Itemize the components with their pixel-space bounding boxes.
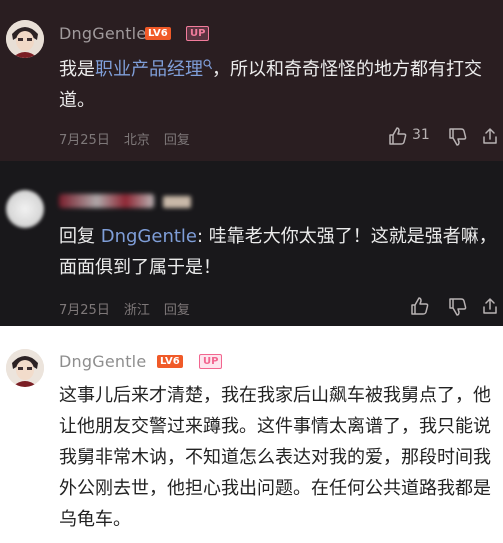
avatar[interactable]: [6, 190, 44, 228]
username[interactable]: [59, 194, 154, 208]
mention-link[interactable]: DngGentle: [101, 226, 197, 247]
reply-button[interactable]: 回复: [164, 303, 190, 318]
username[interactable]: DngGentle: [59, 352, 146, 371]
comment-text: 这事儿后来才清楚，我在我家后山飙车被我舅点了，他让他朋友交警过来蹲我。这件事情太…: [59, 385, 491, 530]
like-count: 31: [412, 127, 430, 143]
comment-3: DngGentle LV6 UP 这事儿后来才清楚，我在我家后山飙车被我舅点了，…: [0, 326, 503, 543]
thumbs-up-icon[interactable]: [410, 296, 430, 316]
comment-text: 我是职业产品经理 ，所以和奇奇怪怪的地方都有打交道。: [59, 54, 499, 116]
thumbs-down-icon[interactable]: [448, 127, 468, 147]
reply-button[interactable]: 回复: [164, 133, 190, 148]
level-badge: LV6: [157, 355, 183, 368]
reply-word: 回复: [59, 226, 95, 247]
comment-1: DngGentle LV6 UP 我是职业产品经理 ，所以和奇奇怪怪的地方都有打交…: [0, 0, 503, 161]
share-icon[interactable]: [481, 127, 499, 145]
comment-2: 回复 DngGentle: 哇靠老大你太强了！这就是强者嘛，面面俱到了属于是！ …: [0, 161, 503, 326]
comment-meta: 7月25日 浙江 回复: [59, 299, 204, 318]
keyword-link[interactable]: 职业产品经理: [95, 59, 203, 80]
thumbs-down-icon[interactable]: [448, 297, 468, 317]
comment-location: 浙江: [123, 303, 150, 318]
comment-date: 7月25日: [59, 303, 110, 318]
comment-date: 7月25日: [59, 133, 110, 148]
comment-location: 北京: [123, 133, 150, 148]
search-icon[interactable]: [203, 59, 212, 80]
comment-meta: 7月25日 北京 回复: [59, 129, 204, 148]
avatar-image: [6, 20, 44, 58]
comment-text: 回复 DngGentle: 哇靠老大你太强了！这就是强者嘛，面面俱到了属于是！: [59, 221, 499, 283]
share-icon[interactable]: [481, 297, 499, 315]
username[interactable]: DngGentle: [59, 24, 146, 43]
comment-text-prefix: 我是: [59, 59, 95, 80]
up-badge: UP: [186, 26, 210, 41]
avatar-image: [6, 349, 44, 387]
up-badge: UP: [199, 354, 223, 369]
level-badge: LV6: [145, 27, 171, 40]
thumbs-up-icon[interactable]: [388, 126, 408, 146]
avatar[interactable]: [6, 20, 44, 58]
avatar[interactable]: [6, 349, 44, 387]
level-badge: [163, 196, 191, 208]
